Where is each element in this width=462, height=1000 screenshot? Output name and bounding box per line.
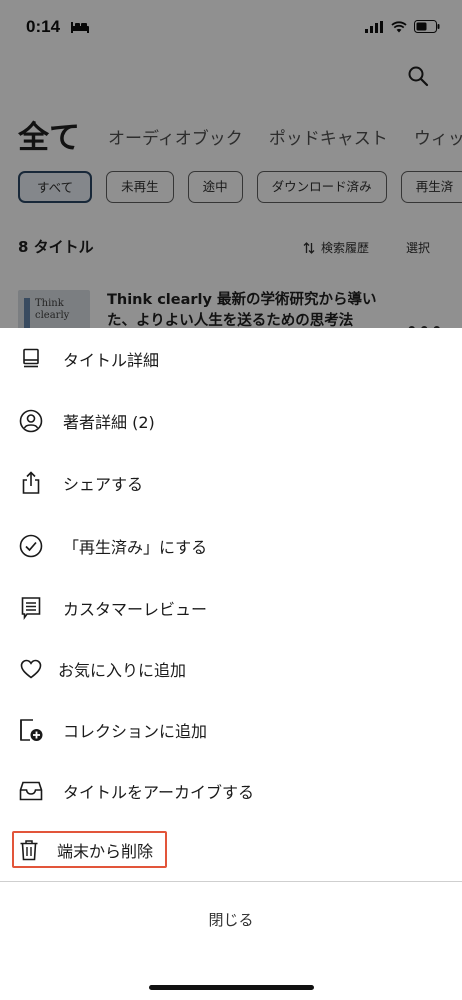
add-collection-icon	[17, 716, 45, 744]
review-icon	[17, 594, 45, 622]
menu-item-add-collection[interactable]: コレクションに追加	[0, 702, 462, 758]
menu-item-remove-from-device[interactable]: 端末から削除	[0, 822, 462, 878]
archive-icon	[17, 777, 45, 805]
book-icon	[17, 345, 45, 373]
menu-item-share[interactable]: シェアする	[0, 455, 462, 511]
menu-label: カスタマーレビュー	[63, 600, 208, 619]
menu-label: 端末から削除	[57, 842, 154, 861]
menu-label: 著者詳細 (2)	[63, 413, 155, 432]
divider	[0, 881, 462, 882]
heart-icon	[17, 655, 45, 683]
menu-item-customer-reviews[interactable]: カスタマーレビュー	[0, 580, 462, 636]
menu-item-author-details[interactable]: 著者詳細 (2)	[0, 393, 462, 449]
menu-label: 「再生済み」にする	[63, 538, 208, 557]
menu-item-add-favorites[interactable]: お気に入りに追加	[0, 641, 462, 697]
action-sheet: タイトル詳細 著者詳細 (2) シェアする 「再生済み」にする カスタマーレビュ…	[0, 328, 462, 1000]
menu-label: お気に入りに追加	[58, 661, 187, 680]
trash-icon	[15, 836, 43, 864]
menu-label: コレクションに追加	[63, 722, 208, 741]
menu-item-archive[interactable]: タイトルをアーカイブする	[0, 763, 462, 819]
share-icon	[17, 469, 45, 497]
menu-label: タイトルをアーカイブする	[63, 783, 255, 802]
library-screen: 0:14 全て オーディオブック ポッドキャスト ウィッ すべて 未再生 途中 …	[0, 0, 462, 330]
menu-label: タイトル詳細	[63, 351, 160, 370]
close-button[interactable]: 閉じる	[0, 898, 462, 942]
home-indicator[interactable]	[149, 985, 314, 990]
check-circle-icon	[17, 532, 45, 560]
modal-overlay[interactable]	[0, 0, 462, 330]
menu-item-title-details[interactable]: タイトル詳細	[0, 331, 462, 387]
menu-item-mark-played[interactable]: 「再生済み」にする	[0, 518, 462, 574]
person-circle-icon	[17, 407, 45, 435]
menu-label: シェアする	[63, 475, 144, 494]
